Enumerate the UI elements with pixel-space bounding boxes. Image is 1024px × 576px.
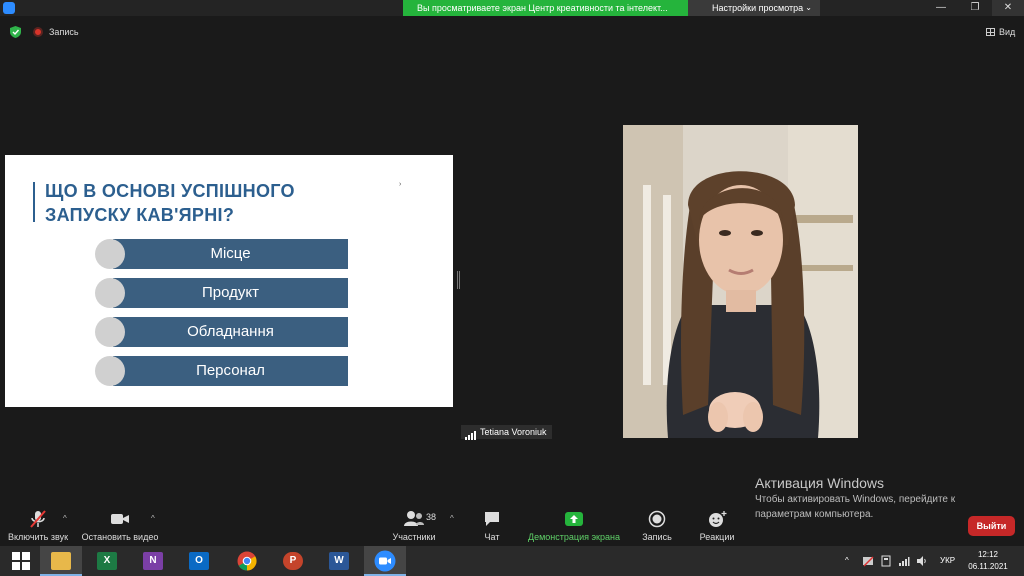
slide-item-label: Обладнання	[113, 317, 348, 347]
signal-strength-icon	[465, 426, 477, 440]
reactions-button[interactable]: Реакции	[696, 510, 738, 542]
video-camera-icon	[80, 510, 160, 528]
windows-taskbar: X N O P W ^ УКР 12:12 06.11.2021	[0, 546, 1024, 576]
tray-wifi-icon[interactable]	[898, 546, 910, 576]
view-options-dropdown[interactable]: Настройки просмотра ⌄	[688, 0, 820, 16]
smiley-icon	[696, 510, 738, 528]
slide-list-item: Персонал	[95, 356, 348, 386]
slide-list-item: Обладнання	[95, 317, 348, 347]
participant-video[interactable]	[623, 125, 858, 438]
participant-name: Tetiana Voroniuk	[480, 427, 547, 437]
share-screen-button[interactable]: Демонстрация экрана	[526, 510, 622, 542]
chevron-down-icon: ⌄	[805, 3, 812, 12]
unmute-label: Включить звук	[7, 532, 69, 542]
slide-title-line1: ЩО В ОСНОВІ УСПІШНОГО	[45, 181, 295, 201]
onenote-icon: N	[143, 552, 163, 570]
slide-item-label: Персонал	[113, 356, 348, 386]
slide-item-label: Продукт	[113, 278, 348, 308]
taskbar-powerpoint[interactable]: P	[272, 546, 314, 576]
reactions-label: Реакции	[699, 532, 735, 542]
tray-volume-icon[interactable]	[916, 546, 928, 576]
participants-label: Участники	[392, 532, 436, 542]
chat-bubble-icon	[476, 510, 508, 528]
bullet-circle	[95, 239, 125, 269]
audio-options-caret[interactable]: ^	[63, 514, 67, 523]
excel-icon: X	[97, 552, 117, 570]
tray-security-icon[interactable]	[862, 546, 874, 576]
share-screen-label: Демонстрация экрана	[528, 532, 620, 542]
stop-video-button[interactable]: Остановить видео	[80, 510, 160, 542]
start-button[interactable]	[0, 546, 42, 576]
bullet-circle	[95, 317, 125, 347]
zoom-app-icon	[3, 2, 15, 14]
chat-label: Чат	[484, 532, 500, 542]
taskbar-excel[interactable]: X	[86, 546, 128, 576]
view-button-label: Вид	[999, 27, 1016, 37]
participant-video-frame	[623, 125, 858, 438]
recording-label: Запись	[49, 27, 79, 37]
slide-title: ЩО В ОСНОВІ УСПІШНОГО ЗАПУСКУ КАВ'ЯРНІ?	[45, 179, 295, 227]
participants-count: 38	[426, 512, 437, 522]
windows-activation-text: Чтобы активировать Windows, перейдите к …	[755, 494, 956, 520]
outlook-icon: O	[189, 552, 209, 570]
folder-icon	[51, 552, 71, 570]
record-button[interactable]: Запись	[638, 510, 676, 542]
slide-list-item: Місце	[95, 239, 348, 269]
windows-logo-icon	[12, 552, 30, 570]
close-button[interactable]: ✕	[992, 0, 1024, 16]
view-button[interactable]: Вид	[986, 26, 1015, 38]
panel-splitter-handle[interactable]	[457, 271, 460, 289]
share-screen-icon	[526, 510, 622, 528]
taskbar-outlook[interactable]: O	[178, 546, 220, 576]
slide-list-item: Продукт	[95, 278, 348, 308]
video-options-caret[interactable]: ^	[151, 514, 155, 523]
view-options-label: Настройки просмотра	[712, 3, 804, 13]
slide-title-line2: ЗАПУСКУ КАВ'ЯРНІ?	[45, 205, 235, 225]
screen-share-banner: Вы просматриваете экран Центр креативнос…	[403, 0, 688, 16]
tray-overflow-caret[interactable]: ^	[845, 546, 849, 576]
tray-language[interactable]: УКР	[940, 546, 955, 576]
powerpoint-icon: P	[283, 552, 303, 570]
bullet-circle	[95, 356, 125, 386]
taskbar-zoom[interactable]	[364, 546, 406, 576]
record-label: Запись	[642, 532, 672, 542]
taskbar-word[interactable]: W	[318, 546, 360, 576]
taskbar-chrome[interactable]	[226, 546, 268, 576]
clock-time: 12:12	[977, 550, 999, 559]
title-bar: Вы просматриваете экран Центр креативнос…	[0, 0, 1024, 16]
grid-view-icon	[986, 28, 995, 36]
slide-item-label: Місце	[113, 239, 348, 269]
chat-button[interactable]: Чат	[476, 510, 508, 542]
unmute-button[interactable]: Включить звук	[5, 510, 71, 542]
taskbar-file-explorer[interactable]	[40, 546, 82, 576]
slide-accent-line	[33, 182, 35, 222]
tray-network-icon[interactable]	[880, 546, 892, 576]
participant-name-tag: Tetiana Voroniuk	[461, 425, 552, 440]
leave-meeting-button[interactable]: Выйти	[968, 516, 1015, 536]
stop-video-label: Остановить видео	[81, 532, 159, 542]
participants-options-caret[interactable]: ^	[450, 514, 454, 523]
bullet-circle	[95, 278, 125, 308]
clock-date: 06.11.2021	[968, 562, 1008, 571]
zoom-meeting-window: Вы просматриваете экран Центр креативнос…	[0, 0, 1024, 576]
record-icon	[638, 510, 676, 528]
shield-icon[interactable]	[10, 26, 21, 38]
windows-activation-title: Активация Windows	[755, 475, 885, 491]
zoom-icon	[374, 550, 396, 572]
chrome-icon	[237, 551, 257, 571]
muted-microphone-icon	[5, 510, 71, 528]
word-icon: W	[329, 552, 349, 570]
maximize-button[interactable]: ❐	[959, 0, 991, 16]
minimize-button[interactable]: —	[925, 0, 957, 16]
taskbar-clock[interactable]: 12:12 06.11.2021	[964, 549, 1012, 573]
slide-arrow-icon: ›	[399, 181, 402, 188]
recording-icon	[33, 27, 43, 37]
taskbar-onenote[interactable]: N	[132, 546, 174, 576]
shared-slide: ЩО В ОСНОВІ УСПІШНОГО ЗАПУСКУ КАВ'ЯРНІ? …	[5, 155, 453, 407]
